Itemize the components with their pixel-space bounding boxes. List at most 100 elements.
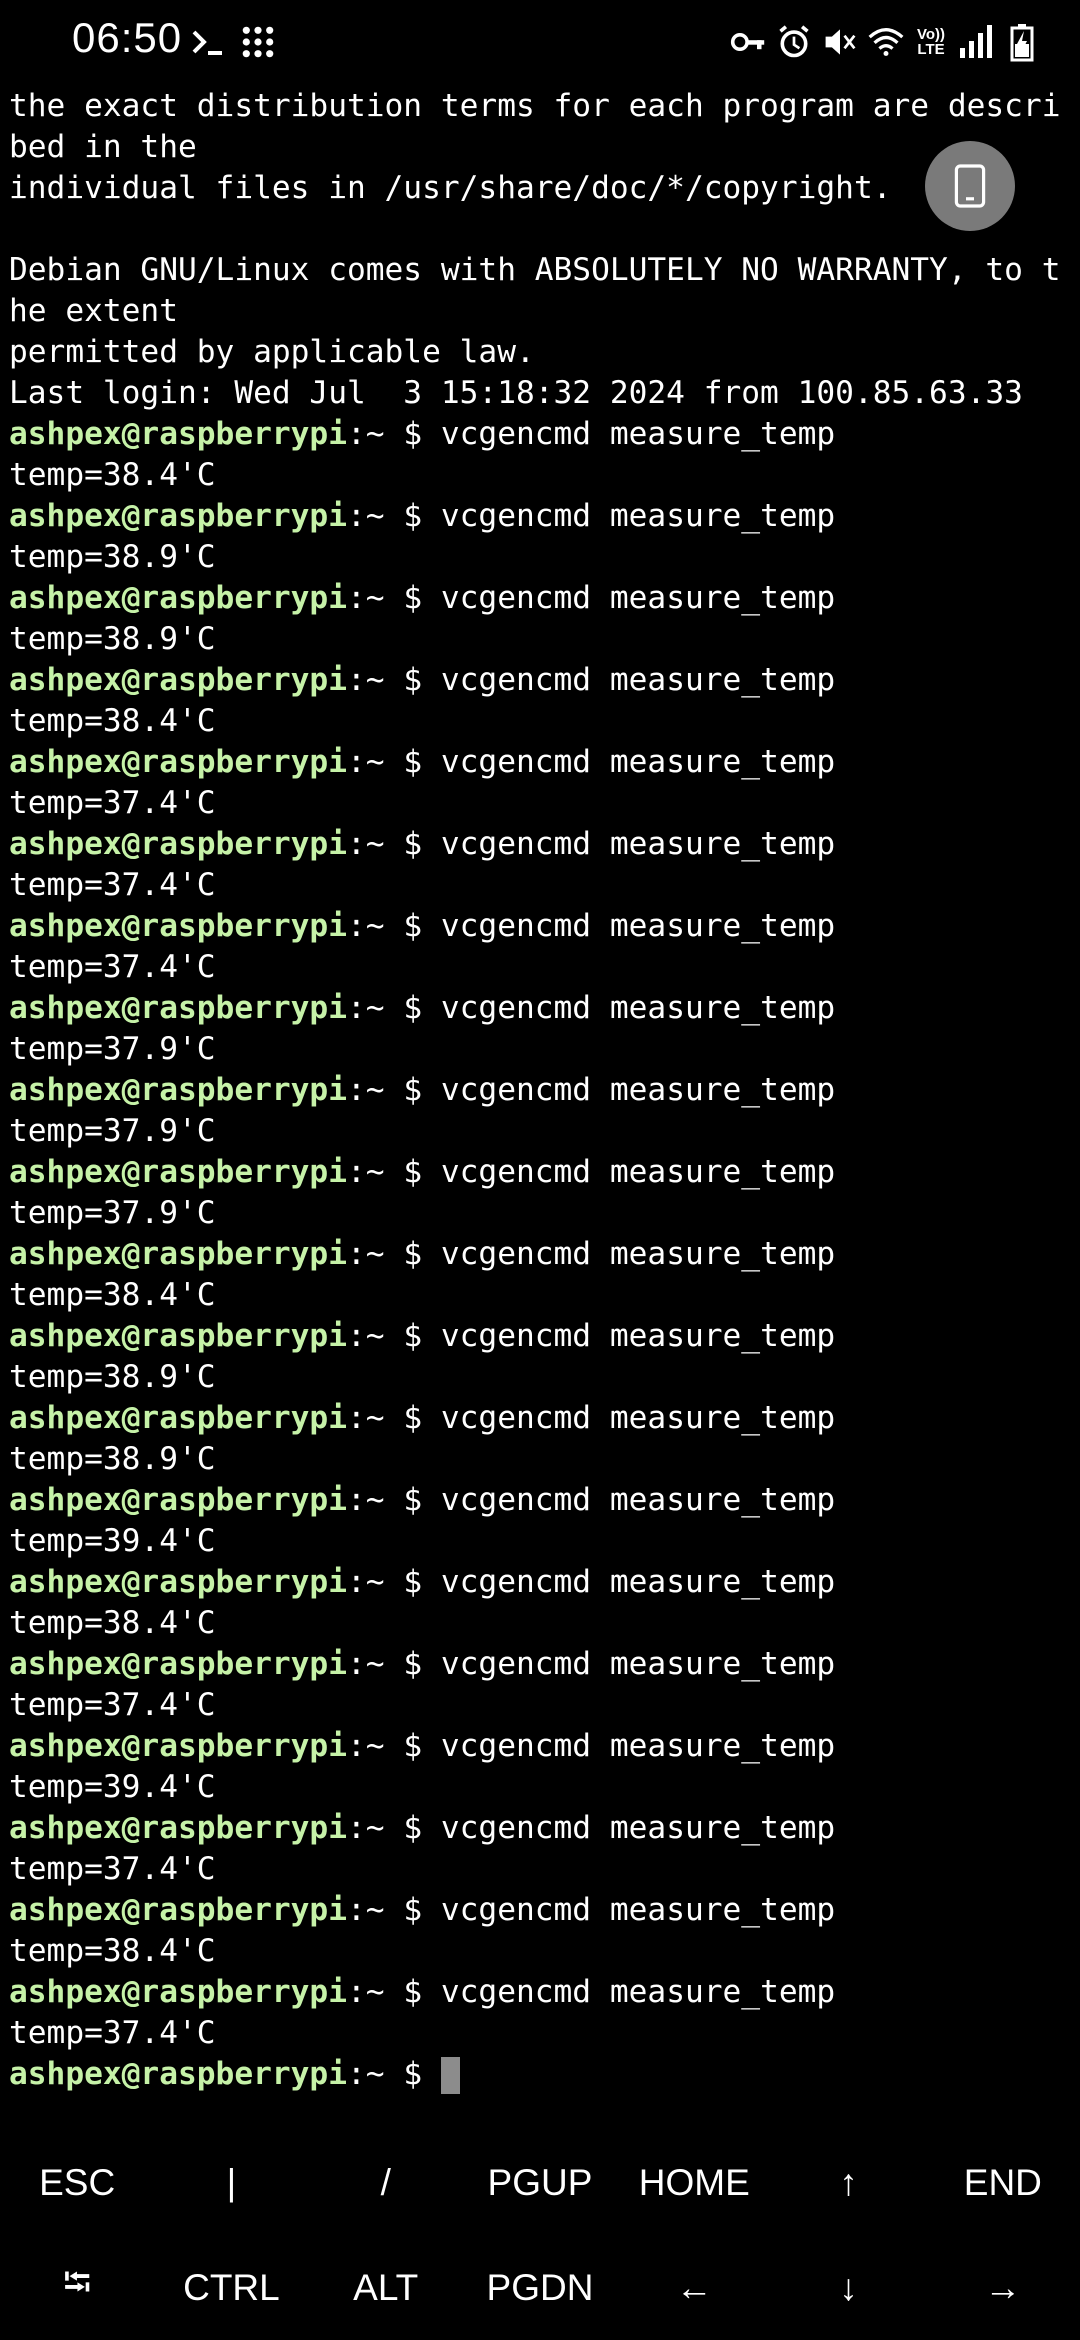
- prompt-line: ashpex@raspberrypi:~ $ vcgencmd measure_…: [9, 1398, 1075, 1439]
- output-line: temp=38.9'C: [9, 621, 216, 657]
- prompt-path: :~ $: [346, 2056, 441, 2092]
- prompt-path: :~ $: [346, 662, 441, 698]
- pgdn-key[interactable]: PGDN: [463, 2235, 617, 2340]
- output-line: temp=37.4'C: [9, 867, 216, 903]
- home-key[interactable]: HOME: [617, 2130, 771, 2235]
- command-text: vcgencmd measure_temp: [440, 1236, 836, 1272]
- prompt-user: ashpex@raspberrypi: [9, 1236, 347, 1272]
- prompt-user: ashpex@raspberrypi: [9, 2056, 347, 2092]
- phone-icon: [954, 164, 986, 208]
- prompt-line: ashpex@raspberrypi:~ $ vcgencmd measure_…: [9, 1644, 1075, 1685]
- mute-icon: [825, 29, 856, 55]
- command-text: vcgencmd measure_temp: [440, 744, 836, 780]
- left-arrow-key[interactable]: ←: [617, 2235, 771, 2340]
- prompt-user: ashpex@raspberrypi: [9, 1974, 347, 2010]
- output-line: temp=37.9'C: [9, 1031, 216, 1067]
- command-text: vcgencmd measure_temp: [440, 1810, 836, 1846]
- prompt-line: ashpex@raspberrypi:~ $ vcgencmd measure_…: [9, 1480, 1075, 1521]
- output-line: temp=38.4'C: [9, 457, 216, 493]
- prompt-path: :~ $: [346, 1646, 441, 1682]
- signal-icon: [960, 25, 992, 58]
- wifi-icon: [868, 28, 904, 56]
- prompt-path: :~ $: [346, 580, 441, 616]
- prompt-path: :~ $: [346, 416, 441, 452]
- prompt-line: ashpex@raspberrypi:~ $ vcgencmd measure_…: [9, 1808, 1075, 1849]
- prompt-line: ashpex@raspberrypi:~ $ vcgencmd measure_…: [9, 1316, 1075, 1357]
- prompt-line: ashpex@raspberrypi:~ $ vcgencmd measure_…: [9, 1726, 1075, 1767]
- tab-key[interactable]: ⭾: [0, 2235, 154, 2340]
- prompt-path: :~ $: [346, 908, 441, 944]
- prompt-user: ashpex@raspberrypi: [9, 662, 347, 698]
- keyboard-toggle-button[interactable]: [925, 141, 1015, 231]
- extra-keys-row-1: ESC | / PGUP HOME ↑ END: [0, 2130, 1080, 2235]
- prompt-user: ashpex@raspberrypi: [9, 498, 347, 534]
- command-text: vcgencmd measure_temp: [440, 1400, 836, 1436]
- command-text: vcgencmd measure_temp: [440, 498, 836, 534]
- extra-keys-row-2: ⭾ CTRL ALT PGDN ← ↓ →: [0, 2235, 1080, 2340]
- alt-key[interactable]: ALT: [309, 2235, 463, 2340]
- active-prompt-line: ashpex@raspberrypi:~ $: [9, 2054, 1075, 2095]
- prompt-user: ashpex@raspberrypi: [9, 416, 347, 452]
- output-line: temp=38.9'C: [9, 1359, 216, 1395]
- output-line: temp=37.4'C: [9, 1851, 216, 1887]
- prompt-path: :~ $: [346, 1318, 441, 1354]
- prompt-user: ashpex@raspberrypi: [9, 744, 347, 780]
- status-time: 06:50: [72, 14, 183, 61]
- ctrl-key[interactable]: CTRL: [154, 2235, 308, 2340]
- prompt-line: ashpex@raspberrypi:~ $ vcgencmd measure_…: [9, 988, 1075, 1029]
- esc-key[interactable]: ESC: [0, 2130, 154, 2235]
- output-line: temp=38.4'C: [9, 1277, 216, 1313]
- prompt-user: ashpex@raspberrypi: [9, 1400, 347, 1436]
- prompt-path: :~ $: [346, 1974, 441, 2010]
- output-line: Last login: Wed Jul 3 15:18:32 2024 from…: [9, 375, 1023, 411]
- prompt-user: ashpex@raspberrypi: [9, 1482, 347, 1518]
- prompt-path: :~ $: [346, 826, 441, 862]
- prompt-path: :~ $: [346, 498, 441, 534]
- output-line: temp=37.9'C: [9, 1195, 216, 1231]
- right-arrow-key[interactable]: →: [926, 2235, 1080, 2340]
- prompt-path: :~ $: [346, 1564, 441, 1600]
- prompt-path: :~ $: [346, 1482, 441, 1518]
- command-text: vcgencmd measure_temp: [440, 1318, 836, 1354]
- prompt-line: ashpex@raspberrypi:~ $ vcgencmd measure_…: [9, 496, 1075, 537]
- command-text: vcgencmd measure_temp: [440, 1892, 836, 1928]
- command-text: vcgencmd measure_temp: [440, 1646, 836, 1682]
- output-line: Debian GNU/Linux comes with ABSOLUTELY N…: [9, 252, 1061, 288]
- app-grid-icon: [242, 26, 274, 58]
- prompt-line: ashpex@raspberrypi:~ $ vcgencmd measure_…: [9, 414, 1075, 455]
- prompt-line: ashpex@raspberrypi:~ $ vcgencmd measure_…: [9, 1972, 1075, 2013]
- output-line: temp=38.4'C: [9, 1933, 216, 1969]
- end-key[interactable]: END: [926, 2130, 1080, 2235]
- prompt-line: ashpex@raspberrypi:~ $ vcgencmd measure_…: [9, 906, 1075, 947]
- prompt-path: :~ $: [346, 1810, 441, 1846]
- prompt-path: :~ $: [346, 1728, 441, 1764]
- command-text: vcgencmd measure_temp: [440, 1728, 836, 1764]
- terminal-output[interactable]: the exact distribution terms for each pr…: [9, 86, 1075, 2094]
- command-text: vcgencmd measure_temp: [440, 416, 836, 452]
- prompt-path: :~ $: [346, 1400, 441, 1436]
- command-text: vcgencmd measure_temp: [440, 908, 836, 944]
- pipe-key[interactable]: |: [154, 2130, 308, 2235]
- output-line: temp=37.4'C: [9, 949, 216, 985]
- output-line: bed in the: [9, 129, 197, 165]
- prompt-user: ashpex@raspberrypi: [9, 826, 347, 862]
- output-line: temp=37.4'C: [9, 2015, 216, 2051]
- pgup-key[interactable]: PGUP: [463, 2130, 617, 2235]
- command-text: vcgencmd measure_temp: [440, 1072, 836, 1108]
- volte-icon: Vo)) LTE: [916, 26, 946, 58]
- prompt-path: :~ $: [346, 1072, 441, 1108]
- output-line: temp=38.9'C: [9, 1441, 216, 1477]
- prompt-path: :~ $: [346, 1236, 441, 1272]
- output-line: permitted by applicable law.: [9, 334, 535, 370]
- prompt-line: ashpex@raspberrypi:~ $ vcgencmd measure_…: [9, 742, 1075, 783]
- prompt-path: :~ $: [346, 1154, 441, 1190]
- vpn-key-icon: [730, 33, 765, 51]
- terminal-prompt-icon: [192, 30, 222, 55]
- status-bar: 06:50 Vo)) LTE: [0, 0, 1080, 84]
- up-arrow-key[interactable]: ↑: [771, 2130, 925, 2235]
- output-line: temp=37.9'C: [9, 1113, 216, 1149]
- down-arrow-key[interactable]: ↓: [771, 2235, 925, 2340]
- slash-key[interactable]: /: [309, 2130, 463, 2235]
- prompt-line: ashpex@raspberrypi:~ $ vcgencmd measure_…: [9, 1890, 1075, 1931]
- output-line: he extent: [9, 293, 178, 329]
